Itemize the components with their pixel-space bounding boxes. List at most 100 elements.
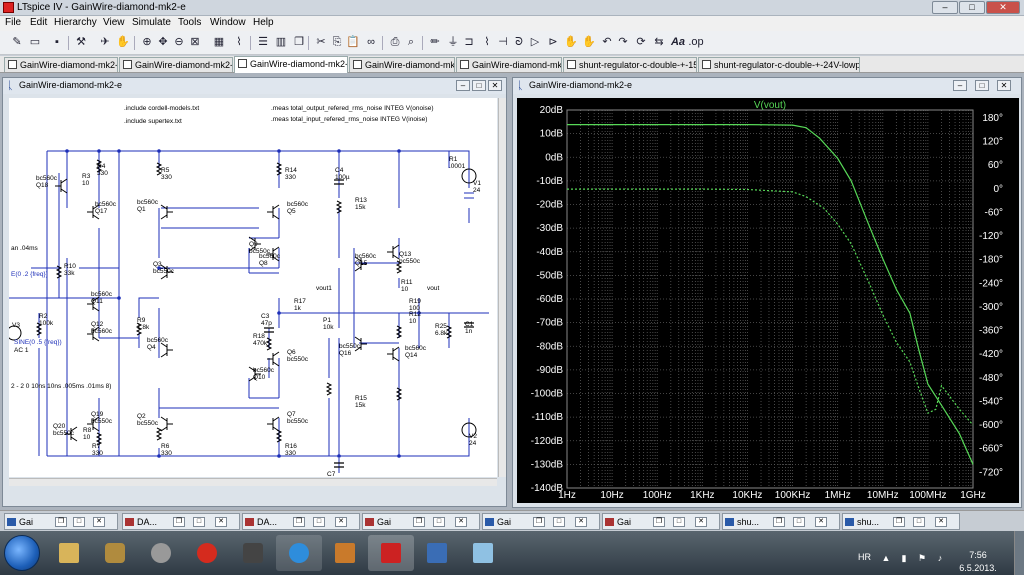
component-ref[interactable]: Q19 xyxy=(91,411,104,418)
schematic-restore-button[interactable]: □ xyxy=(472,80,486,91)
component-value[interactable]: bc550c xyxy=(287,418,309,425)
clock-date[interactable]: 6.5.2013. xyxy=(954,563,1002,573)
component-ref[interactable]: bc560c xyxy=(355,253,377,260)
component-ref[interactable]: Q20 xyxy=(53,423,66,430)
component-ref[interactable]: V1 xyxy=(473,180,481,187)
component-ref[interactable]: C7 xyxy=(327,471,336,477)
run-icon[interactable]: ✈ xyxy=(98,35,112,49)
copy-icon[interactable]: ⎘ xyxy=(330,35,344,49)
taskbar-internet-explorer[interactable] xyxy=(276,535,322,571)
component-value[interactable]: 24 xyxy=(469,440,477,447)
taskbar-app-10[interactable] xyxy=(460,535,506,571)
component-value[interactable]: bc550c xyxy=(399,258,421,265)
plot-restore-button[interactable]: □ xyxy=(975,80,989,91)
trace-label[interactable]: V(vout) xyxy=(754,100,786,111)
component-value[interactable]: 100µ xyxy=(335,174,350,181)
maximize-button[interactable]: □ xyxy=(959,1,985,14)
taskbar-explorer[interactable] xyxy=(46,535,92,571)
taskbar-app-9[interactable] xyxy=(414,535,460,571)
component-ref[interactable]: R8 xyxy=(83,427,92,434)
component-ref[interactable]: R16 xyxy=(285,443,297,450)
tab-gainwire-mk2-d[interactable]: GainWire-diamond-mk2-d xyxy=(4,57,118,72)
plot-minimize-button[interactable]: – xyxy=(953,80,967,91)
component-value[interactable]: 47p xyxy=(261,320,272,327)
component-value[interactable]: 15k xyxy=(355,402,366,409)
component-ref[interactable]: R15 xyxy=(355,395,367,402)
cut-icon[interactable]: ✂ xyxy=(314,35,328,49)
component-ref[interactable]: bc560c xyxy=(147,337,169,344)
component-value[interactable]: 330 xyxy=(161,174,172,181)
plot-window[interactable]: ᚳ GainWire-diamond-mk2-e – □ ✕ 20dB 10dB 0… xyxy=(512,77,1022,508)
component-value[interactable]: 10 xyxy=(401,286,409,293)
component-value[interactable]: 330 xyxy=(285,450,296,457)
mdi-tab-0[interactable]: Gai ❐ □ ✕ xyxy=(4,513,118,530)
component-value[interactable]: 330 xyxy=(92,450,103,457)
spice-directive[interactable]: .meas total_input_refered_rms_noise INTE… xyxy=(271,116,427,123)
action-center-icon[interactable]: ⚑ xyxy=(916,553,928,563)
zoom-out-icon[interactable]: ⊖ xyxy=(172,35,186,49)
text-icon[interactable]: Aa xyxy=(670,35,686,49)
find-icon[interactable]: ∞ xyxy=(364,35,378,49)
component-ref[interactable]: V2 xyxy=(469,433,477,440)
component-ref[interactable]: R6 xyxy=(161,443,170,450)
component-ref[interactable]: P1 xyxy=(323,317,331,324)
tab-gainwire-mk3-a[interactable]: GainWire-diamond-mk3 xyxy=(349,57,455,72)
plot-close-button[interactable]: ✕ xyxy=(997,80,1011,91)
component-value[interactable]: 330 xyxy=(97,170,108,177)
component-ref[interactable]: R13 xyxy=(355,197,367,204)
cascade-icon[interactable]: ❐ xyxy=(292,35,306,49)
schematic-window[interactable]: ᚳ GainWire-diamond-mk2-e – □ ✕ .include … xyxy=(2,77,507,507)
spice-directive-icon[interactable]: .op xyxy=(688,35,704,49)
tab-gainwire-mk2-e-schematic[interactable]: GainWire-diamond-mk2-e xyxy=(234,56,348,73)
mdi-tab-7[interactable]: shu... ❐ □ ✕ xyxy=(842,513,960,530)
diode-icon[interactable]: ▷ xyxy=(528,35,542,49)
component-value[interactable]: 100k xyxy=(39,320,54,327)
control-panel-icon[interactable]: ⚒ xyxy=(74,35,88,49)
language-indicator[interactable]: HR xyxy=(858,552,871,562)
component-ref[interactable]: R7 xyxy=(92,443,101,450)
component-value[interactable]: Q8 xyxy=(259,260,268,267)
menu-file[interactable]: File xyxy=(5,17,21,28)
tile-vertical-icon[interactable]: ▥ xyxy=(274,35,288,49)
taskbar-ltspice[interactable] xyxy=(368,535,414,571)
tab-gainwire-mk3-b[interactable]: GainWire-diamond-mk3 xyxy=(456,57,562,72)
schematic-horizontal-scrollbar[interactable] xyxy=(9,478,497,486)
component-value[interactable]: Q14 xyxy=(405,352,418,359)
component-ref[interactable]: bc550c xyxy=(339,343,361,350)
component-value[interactable]: Q5 xyxy=(287,208,296,215)
component-ref[interactable]: R5 xyxy=(161,167,170,174)
clock-time[interactable]: 7:56 xyxy=(958,550,998,560)
component-ref[interactable]: R4 xyxy=(97,163,106,170)
component-value[interactable]: .0001 xyxy=(449,163,466,170)
waveform-icon[interactable]: ⌇ xyxy=(232,35,246,49)
schematic-label[interactable]: V3 xyxy=(12,322,20,329)
component-value[interactable]: Q1 xyxy=(137,206,146,213)
component-ref[interactable]: Q9 xyxy=(249,241,258,248)
component-value[interactable]: 1n xyxy=(465,328,473,335)
component-ref[interactable]: C3 xyxy=(261,313,270,320)
menu-window[interactable]: Window xyxy=(210,17,246,28)
component-value[interactable]: Q10 xyxy=(253,374,266,381)
component-ref[interactable]: bc560c xyxy=(259,253,281,260)
component-ref[interactable]: R2 xyxy=(39,313,48,320)
resistor-icon[interactable]: ⌇ xyxy=(480,35,494,49)
menu-simulate[interactable]: Simulate xyxy=(132,17,171,28)
mdi-tab-2[interactable]: DA... ❐ □ ✕ xyxy=(242,513,360,530)
component-value[interactable]: bc550c xyxy=(137,420,159,427)
component-ref[interactable]: Q3 xyxy=(153,261,162,268)
component-value[interactable]: 10 xyxy=(83,434,91,441)
component-ref[interactable]: bc560c xyxy=(405,345,427,352)
component-icon[interactable]: ⊳ xyxy=(546,35,560,49)
component-value[interactable]: 330 xyxy=(285,174,296,181)
menu-tools[interactable]: Tools xyxy=(178,17,201,28)
component-value[interactable]: Q17 xyxy=(95,208,108,215)
component-value[interactable]: bc550c xyxy=(91,418,113,425)
component-ref[interactable]: R18 xyxy=(253,333,265,340)
menu-hierarchy[interactable]: Hierarchy xyxy=(54,17,97,28)
zoom-in-icon[interactable]: ⊕ xyxy=(140,35,154,49)
component-value[interactable]: 10 xyxy=(82,180,90,187)
inductor-icon[interactable]: ᘐ xyxy=(512,35,526,49)
wire-icon[interactable]: ✏ xyxy=(428,35,442,49)
component-ref[interactable]: R19 xyxy=(409,298,421,305)
schematic-close-button[interactable]: ✕ xyxy=(488,80,502,91)
